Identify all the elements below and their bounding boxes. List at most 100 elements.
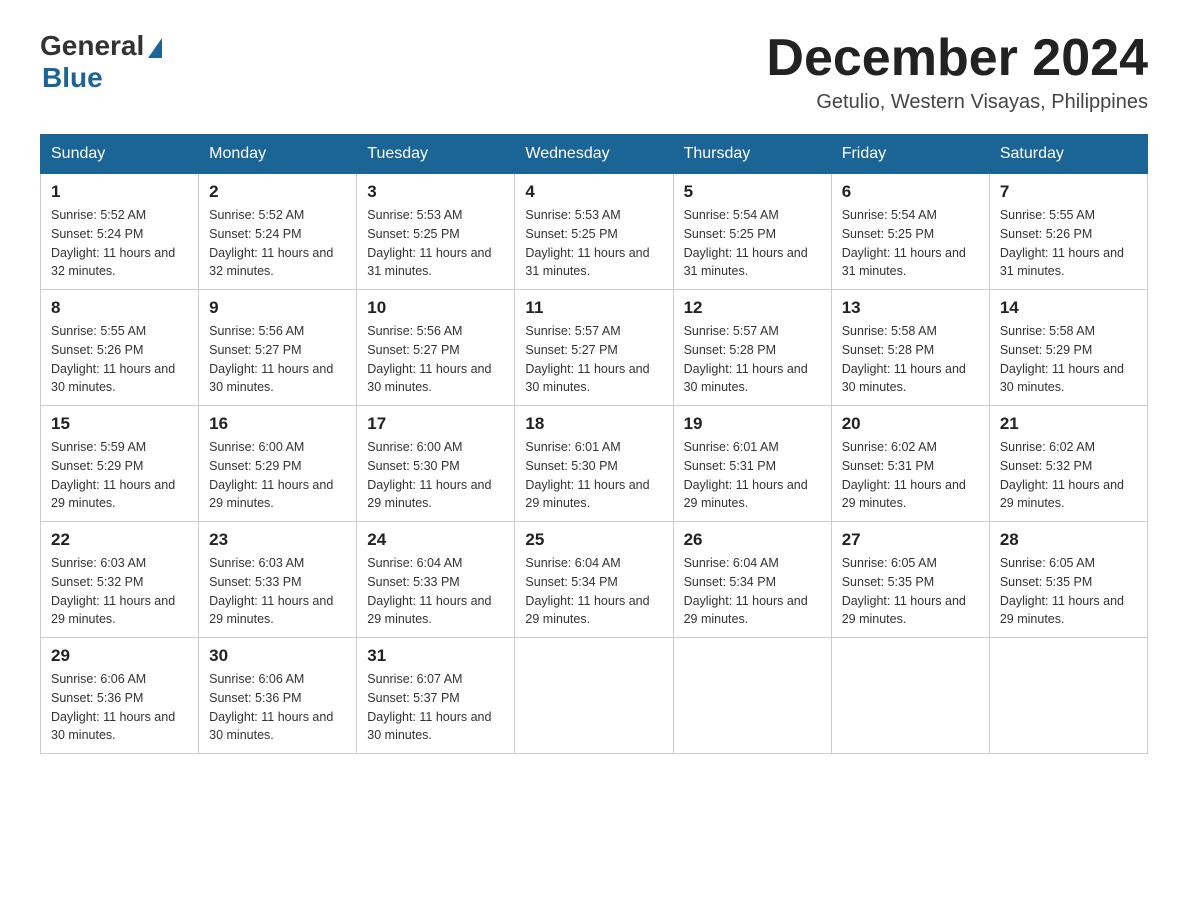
month-year-title: December 2024 xyxy=(766,30,1148,87)
day-info: Sunrise: 5:56 AMSunset: 5:27 PMDaylight:… xyxy=(367,322,504,397)
calendar-header-row: SundayMondayTuesdayWednesdayThursdayFrid… xyxy=(41,135,1148,174)
day-info: Sunrise: 5:53 AMSunset: 5:25 PMDaylight:… xyxy=(367,206,504,281)
calendar-cell: 20 Sunrise: 6:02 AMSunset: 5:31 PMDayligh… xyxy=(831,406,989,522)
calendar-cell: 23 Sunrise: 6:03 AMSunset: 5:33 PMDayligh… xyxy=(199,522,357,638)
calendar-cell: 25 Sunrise: 6:04 AMSunset: 5:34 PMDayligh… xyxy=(515,522,673,638)
day-number: 30 xyxy=(209,646,346,666)
day-info: Sunrise: 5:53 AMSunset: 5:25 PMDaylight:… xyxy=(525,206,662,281)
calendar-cell: 24Sunrise: 6:04 AMSunset: 5:33 PMDayligh… xyxy=(357,522,515,638)
location-subtitle: Getulio, Western Visayas, Philippines xyxy=(766,91,1148,114)
day-info: Sunrise: 5:57 AMSunset: 5:27 PMDaylight:… xyxy=(525,322,662,397)
calendar-week-row: 22Sunrise: 6:03 AMSunset: 5:32 PMDayligh… xyxy=(41,522,1148,638)
day-info: Sunrise: 5:56 AMSunset: 5:27 PMDaylight:… xyxy=(209,322,346,397)
day-number: 25 xyxy=(525,530,662,550)
calendar-cell: 14Sunrise: 5:58 AMSunset: 5:29 PMDayligh… xyxy=(989,290,1147,406)
calendar-week-row: 15Sunrise: 5:59 AMSunset: 5:29 PMDayligh… xyxy=(41,406,1148,522)
calendar-cell xyxy=(831,638,989,754)
day-info: Sunrise: 5:57 AMSunset: 5:28 PMDaylight:… xyxy=(684,322,821,397)
calendar-cell: 9 Sunrise: 5:56 AMSunset: 5:27 PMDaylight… xyxy=(199,290,357,406)
day-info: Sunrise: 6:00 AMSunset: 5:30 PMDaylight:… xyxy=(367,438,504,513)
calendar-cell xyxy=(673,638,831,754)
day-info: Sunrise: 6:01 AMSunset: 5:30 PMDaylight:… xyxy=(525,438,662,513)
calendar-cell: 30 Sunrise: 6:06 AMSunset: 5:36 PMDayligh… xyxy=(199,638,357,754)
day-number: 4 xyxy=(525,182,662,202)
day-number: 20 xyxy=(842,414,979,434)
calendar-cell: 28 Sunrise: 6:05 AMSunset: 5:35 PMDayligh… xyxy=(989,522,1147,638)
day-number: 19 xyxy=(684,414,821,434)
day-number: 15 xyxy=(51,414,188,434)
day-info: Sunrise: 5:58 AMSunset: 5:28 PMDaylight:… xyxy=(842,322,979,397)
calendar-cell: 7 Sunrise: 5:55 AMSunset: 5:26 PMDaylight… xyxy=(989,174,1147,290)
day-number: 17 xyxy=(367,414,504,434)
day-info: Sunrise: 6:06 AMSunset: 5:36 PMDaylight:… xyxy=(209,670,346,745)
calendar-week-row: 1Sunrise: 5:52 AMSunset: 5:24 PMDaylight… xyxy=(41,174,1148,290)
day-number: 13 xyxy=(842,298,979,318)
calendar-cell: 18 Sunrise: 6:01 AMSunset: 5:30 PMDayligh… xyxy=(515,406,673,522)
day-info: Sunrise: 6:04 AMSunset: 5:34 PMDaylight:… xyxy=(684,554,821,629)
day-info: Sunrise: 6:07 AMSunset: 5:37 PMDaylight:… xyxy=(367,670,504,745)
column-header-monday: Monday xyxy=(199,135,357,174)
calendar-cell: 8 Sunrise: 5:55 AMSunset: 5:26 PMDaylight… xyxy=(41,290,199,406)
calendar-cell: 6 Sunrise: 5:54 AMSunset: 5:25 PMDaylight… xyxy=(831,174,989,290)
calendar-cell: 5 Sunrise: 5:54 AMSunset: 5:25 PMDaylight… xyxy=(673,174,831,290)
column-header-saturday: Saturday xyxy=(989,135,1147,174)
calendar-cell: 11 Sunrise: 5:57 AMSunset: 5:27 PMDayligh… xyxy=(515,290,673,406)
column-header-sunday: Sunday xyxy=(41,135,199,174)
calendar-cell: 4 Sunrise: 5:53 AMSunset: 5:25 PMDaylight… xyxy=(515,174,673,290)
day-info: Sunrise: 5:55 AMSunset: 5:26 PMDaylight:… xyxy=(1000,206,1137,281)
day-info: Sunrise: 6:03 AMSunset: 5:33 PMDaylight:… xyxy=(209,554,346,629)
day-number: 10 xyxy=(367,298,504,318)
logo-general-text: General xyxy=(40,30,144,62)
day-info: Sunrise: 5:54 AMSunset: 5:25 PMDaylight:… xyxy=(842,206,979,281)
day-number: 23 xyxy=(209,530,346,550)
day-info: Sunrise: 6:03 AMSunset: 5:32 PMDaylight:… xyxy=(51,554,188,629)
day-info: Sunrise: 6:00 AMSunset: 5:29 PMDaylight:… xyxy=(209,438,346,513)
day-info: Sunrise: 6:02 AMSunset: 5:31 PMDaylight:… xyxy=(842,438,979,513)
calendar-week-row: 29Sunrise: 6:06 AMSunset: 5:36 PMDayligh… xyxy=(41,638,1148,754)
logo: General Blue xyxy=(40,30,162,94)
day-number: 28 xyxy=(1000,530,1137,550)
calendar-cell: 17 Sunrise: 6:00 AMSunset: 5:30 PMDayligh… xyxy=(357,406,515,522)
day-number: 18 xyxy=(525,414,662,434)
day-info: Sunrise: 6:04 AMSunset: 5:34 PMDaylight:… xyxy=(525,554,662,629)
calendar-cell: 16 Sunrise: 6:00 AMSunset: 5:29 PMDayligh… xyxy=(199,406,357,522)
day-info: Sunrise: 6:05 AMSunset: 5:35 PMDaylight:… xyxy=(1000,554,1137,629)
day-number: 9 xyxy=(209,298,346,318)
day-info: Sunrise: 5:55 AMSunset: 5:26 PMDaylight:… xyxy=(51,322,188,397)
calendar-cell xyxy=(989,638,1147,754)
calendar-cell: 27 Sunrise: 6:05 AMSunset: 5:35 PMDayligh… xyxy=(831,522,989,638)
page-header: General Blue December 2024 Getulio, West… xyxy=(40,30,1148,114)
calendar-cell: 31Sunrise: 6:07 AMSunset: 5:37 PMDayligh… xyxy=(357,638,515,754)
calendar-week-row: 8 Sunrise: 5:55 AMSunset: 5:26 PMDaylight… xyxy=(41,290,1148,406)
day-number: 1 xyxy=(51,182,188,202)
day-info: Sunrise: 5:54 AMSunset: 5:25 PMDaylight:… xyxy=(684,206,821,281)
day-number: 7 xyxy=(1000,182,1137,202)
column-header-tuesday: Tuesday xyxy=(357,135,515,174)
day-number: 24 xyxy=(367,530,504,550)
logo-blue-text: Blue xyxy=(42,62,103,94)
day-info: Sunrise: 6:02 AMSunset: 5:32 PMDaylight:… xyxy=(1000,438,1137,513)
title-section: December 2024 Getulio, Western Visayas, … xyxy=(766,30,1148,114)
day-number: 21 xyxy=(1000,414,1137,434)
calendar-cell: 10 Sunrise: 5:56 AMSunset: 5:27 PMDayligh… xyxy=(357,290,515,406)
day-number: 5 xyxy=(684,182,821,202)
calendar-cell: 19Sunrise: 6:01 AMSunset: 5:31 PMDayligh… xyxy=(673,406,831,522)
column-header-thursday: Thursday xyxy=(673,135,831,174)
day-number: 12 xyxy=(684,298,821,318)
calendar-cell: 1Sunrise: 5:52 AMSunset: 5:24 PMDaylight… xyxy=(41,174,199,290)
day-info: Sunrise: 6:05 AMSunset: 5:35 PMDaylight:… xyxy=(842,554,979,629)
day-number: 3 xyxy=(367,182,504,202)
calendar-cell xyxy=(515,638,673,754)
column-header-friday: Friday xyxy=(831,135,989,174)
day-number: 8 xyxy=(51,298,188,318)
day-number: 6 xyxy=(842,182,979,202)
calendar-cell: 12 Sunrise: 5:57 AMSunset: 5:28 PMDayligh… xyxy=(673,290,831,406)
day-number: 14 xyxy=(1000,298,1137,318)
calendar-cell: 29Sunrise: 6:06 AMSunset: 5:36 PMDayligh… xyxy=(41,638,199,754)
day-number: 11 xyxy=(525,298,662,318)
day-number: 27 xyxy=(842,530,979,550)
day-number: 16 xyxy=(209,414,346,434)
calendar-cell: 3 Sunrise: 5:53 AMSunset: 5:25 PMDaylight… xyxy=(357,174,515,290)
day-number: 2 xyxy=(209,182,346,202)
calendar-cell: 26Sunrise: 6:04 AMSunset: 5:34 PMDayligh… xyxy=(673,522,831,638)
